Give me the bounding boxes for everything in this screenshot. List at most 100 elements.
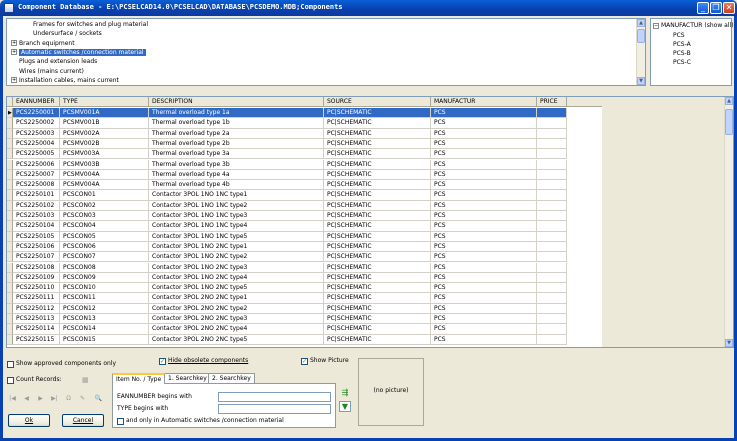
expand-icon[interactable]: + [11,77,17,84]
table-cell[interactable]: Contactor 3POL 1NO 1NC type4 [149,221,324,232]
nav-prior-button[interactable]: ◀ [22,394,31,403]
table-cell[interactable]: Thermal overload type 2b [149,138,324,150]
table-cell[interactable]: Contactor 3POL 1NO 2NC type5 [149,283,324,294]
table-cell[interactable]: PCS2250114 [13,324,60,335]
table-cell[interactable]: PCSMV002B [60,138,149,150]
table-cell[interactable]: PCS [431,262,537,273]
table-cell[interactable]: PC|SCHEMATIC [324,334,431,345]
table-cell[interactable]: PC|SCHEMATIC [324,314,431,325]
table-cell[interactable]: PCS2250105 [13,231,60,242]
count-records-checkbox[interactable] [7,377,14,384]
table-row[interactable]: PCS2250114 PCSCON14 Contactor 3POL 2NO 2NC… [7,324,602,335]
table-cell[interactable]: PC|SCHEMATIC [324,118,431,129]
table-cell[interactable] [537,200,567,211]
table-cell[interactable]: Thermal overload type 2a [149,128,324,139]
table-cell[interactable] [537,180,567,191]
table-row[interactable]: PCS2250008 PCSMV004A Thermal overload type… [7,180,602,191]
tree-item[interactable]: + Automatic switches /connection material [11,48,146,57]
table-cell[interactable] [537,303,567,314]
table-row[interactable]: PCS2250108 PCSCON08 Contactor 3POL 1NO 2NC… [7,262,602,273]
table-cell[interactable]: PCSMV004A [60,180,149,191]
table-cell[interactable]: Thermal overload type 3b [149,159,324,170]
table-cell[interactable]: PCSMV001B [60,118,149,129]
table-cell[interactable] [537,169,567,181]
table-cell[interactable]: PC|SCHEMATIC [324,190,431,201]
table-cell[interactable]: PCSCON07 [60,252,149,263]
table-cell[interactable] [537,334,567,345]
table-cell[interactable]: Thermal overload type 4b [149,180,324,191]
table-cell[interactable]: PCS [431,293,537,304]
table-cell[interactable]: PCSCON01 [60,190,149,201]
collapse-icon[interactable]: − [653,22,659,29]
table-cell[interactable] [537,231,567,242]
table-cell[interactable]: PCS [431,241,537,253]
table-cell[interactable]: Contactor 3POL 2NO 2NC type1 [149,293,324,304]
table-row[interactable]: PCS2250111 PCSCON11 Contactor 3POL 2NO 2NC… [7,293,602,304]
table-cell[interactable]: Thermal overload type 4a [149,169,324,181]
table-cell[interactable]: PCS [431,190,537,201]
table-cell[interactable] [537,149,567,160]
scroll-thumb[interactable] [725,109,733,135]
table-cell[interactable]: PC|SCHEMATIC [324,241,431,253]
table-row[interactable]: PCS2250007 PCSMV004A Thermal overload type… [7,169,602,181]
table-cell[interactable]: PCSCON08 [60,262,149,273]
table-cell[interactable]: PCSCON14 [60,324,149,335]
table-row[interactable]: PCS2250103 PCSCON03 Contactor 3POL 1NO 1NC… [7,211,602,222]
table-row[interactable]: PCS2250004 PCSMV002B Thermal overload type… [7,138,602,150]
table-cell[interactable]: PCS2250102 [13,200,60,211]
table-cell[interactable]: PC|SCHEMATIC [324,252,431,263]
ean-input[interactable] [218,392,331,402]
tree-item[interactable]: Undersurface / sockets [25,29,102,38]
table-cell[interactable] [537,190,567,201]
table-cell[interactable]: PC|SCHEMATIC [324,108,431,119]
table-row[interactable]: PCS2250105 PCSCON05 Contactor 3POL 1NO 1NC… [7,231,602,242]
table-cell[interactable]: PC|SCHEMATIC [324,180,431,191]
table-cell[interactable]: PCSCON15 [60,334,149,345]
table-cell[interactable]: PCS2250004 [13,138,60,150]
table-row[interactable]: PCS2250005 PCSMV003A Thermal overload type… [7,149,602,160]
table-cell[interactable]: PCSMV003B [60,159,149,170]
tree-item[interactable]: Frames for switches and plug material [25,20,148,29]
table-cell[interactable]: Contactor 3POL 2NO 2NC type5 [149,334,324,345]
scroll-up-arrow-icon[interactable]: ▲ [637,19,645,27]
table-cell[interactable]: PCS [431,128,537,139]
table-cell[interactable]: PCS [431,149,537,160]
table-cell[interactable]: PC|SCHEMATIC [324,169,431,181]
table-cell[interactable] [537,108,567,119]
table-cell[interactable]: PCS2250112 [13,303,60,314]
table-cell[interactable]: PCS2250007 [13,169,60,181]
table-cell[interactable]: PCS [431,283,537,294]
table-row[interactable]: PCS2250101 PCSCON01 Contactor 3POL 1NO 1NC… [7,190,602,201]
table-cell[interactable]: Contactor 3POL 1NO 1NC type3 [149,211,324,222]
table-cell[interactable]: PCS [431,231,537,242]
table-cell[interactable] [537,262,567,273]
components-grid[interactable]: EANNUMBER TYPE DESCRIPTION SOURCE MANUFACTUR… [6,96,734,348]
table-cell[interactable]: PC|SCHEMATIC [324,159,431,170]
table-cell[interactable]: Contactor 3POL 2NO 2NC type3 [149,314,324,325]
table-cell[interactable]: PCS2250108 [13,262,60,273]
table-cell[interactable]: Contactor 3POL 1NO 2NC type2 [149,252,324,263]
table-cell[interactable]: PCS2250006 [13,159,60,170]
table-cell[interactable]: PCS [431,200,537,211]
table-cell[interactable]: PCS [431,334,537,345]
table-cell[interactable]: PCSCON10 [60,283,149,294]
column-header[interactable]: SOURCE [324,97,431,107]
minimize-button[interactable]: _ [697,2,709,14]
table-cell[interactable]: PCSCON09 [60,272,149,284]
table-cell[interactable]: PC|SCHEMATIC [324,221,431,232]
tree-scrollbar[interactable]: ▲ ▼ [636,19,645,85]
table-cell[interactable]: PCSCON11 [60,293,149,304]
table-cell[interactable]: PCSCON02 [60,200,149,211]
table-cell[interactable]: Thermal overload type 1b [149,118,324,129]
search-tab[interactable]: Item No. / Type [112,373,166,384]
table-cell[interactable]: PC|SCHEMATIC [324,211,431,222]
table-cell[interactable]: PC|SCHEMATIC [324,200,431,211]
manufacturer-item[interactable]: PCS [673,31,685,40]
table-cell[interactable]: PC|SCHEMATIC [324,283,431,294]
table-cell[interactable]: PCS [431,252,537,263]
tree-item[interactable]: Wires (mains current) [11,67,84,76]
table-cell[interactable]: PCS [431,138,537,150]
table-cell[interactable]: PCSCON03 [60,211,149,222]
calculator-icon[interactable]: ▦ [82,376,89,384]
table-cell[interactable]: PC|SCHEMATIC [324,293,431,304]
